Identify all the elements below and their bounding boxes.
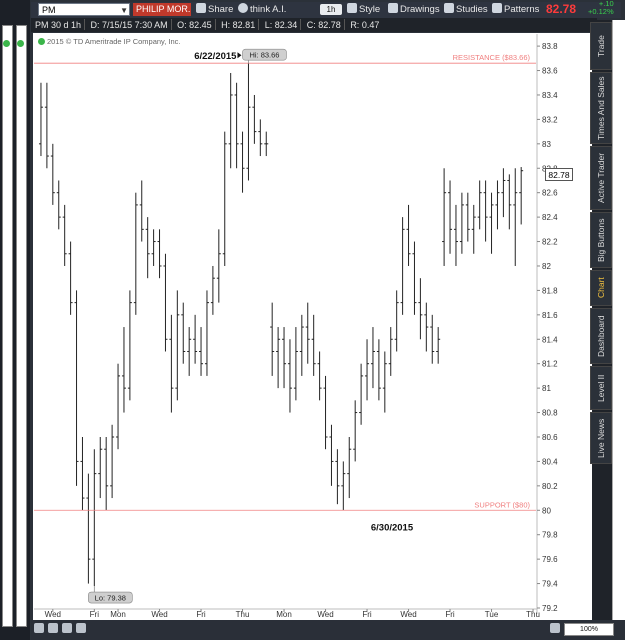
copyright-text: 2015 © TD Ameritrade IP Company, Inc. [47,37,181,46]
time-axis-label: Mon [276,610,292,619]
chevron-down-icon[interactable] [76,623,86,633]
copyright-notice: 2015 © TD Ameritrade IP Company, Inc. [38,37,181,46]
price-chart[interactable]: 79.2 79.4 79.6 79.8 80 80.2 80.4 80.6 80.8 81 81.2… [0,0,625,640]
price-axis-label: 81 [542,384,551,393]
last-price-flag: 82.78 [545,168,573,181]
price-axis-label: 82.2 [542,238,558,247]
price-axis-label: 83.4 [542,91,558,100]
time-axis-label: Mon [110,610,126,619]
price-axis-label: 79.2 [542,604,558,613]
price-axis-label: 83.8 [542,42,558,51]
price-axis-label: 80.2 [542,482,558,491]
low-label: Lo: 79.38 [95,594,126,603]
search-icon[interactable] [62,623,72,633]
tab-chart[interactable]: Chart [590,270,612,306]
price-axis-label: 82 [542,262,551,271]
time-axis-label: Fri [90,610,100,619]
bottom-bar [31,620,625,640]
time-axis-label: Wed [400,610,416,619]
price-axis-label: 80.4 [542,457,558,466]
date-annotation-low: 6/30/2015 [371,522,414,533]
status-dot-icon [38,38,45,45]
price-axis-label: 81.4 [542,335,558,344]
tab-live-news[interactable]: Live News [590,412,612,464]
price-axis-label: 79.4 [542,580,558,589]
tab-big-buttons[interactable]: Big Buttons [590,212,612,268]
zoom-out-icon[interactable] [34,623,44,633]
price-axis-label: 83.2 [542,115,558,124]
price-axis-label: 82.6 [542,189,558,198]
time-axis-label: Thu [526,610,540,619]
settings-icon[interactable] [550,623,560,633]
time-axis-label: Thu [236,610,250,619]
time-axis-label: Tue [485,610,499,619]
price-axis-label: 80.8 [542,409,558,418]
zoom-percent[interactable]: 100% [564,623,614,636]
tab-trade[interactable]: Trade [590,22,612,70]
time-axis-label: Fri [445,610,455,619]
price-axis-label: 83 [542,140,551,149]
tab-times-and-sales[interactable]: Times And Sales [590,72,612,144]
zoom-in-icon[interactable] [48,623,58,633]
price-axis-label: 80.6 [542,433,558,442]
tab-level-ii[interactable]: Level II [590,366,612,410]
tab-dashboard[interactable]: Dashboard [590,308,612,364]
marker-arrow-icon [237,52,242,59]
price-axis-label: 83.6 [542,67,558,76]
tab-active-trader[interactable]: Active Trader [590,146,612,210]
time-axis-label: Wed [151,610,167,619]
time-axis-label: Fri [362,610,372,619]
time-axis-label: Wed [45,610,61,619]
time-axis-label: Fri [196,610,206,619]
price-axis-label: 81.6 [542,311,558,320]
right-scrollbar[interactable] [612,20,625,622]
price-axis-label: 82.4 [542,213,558,222]
high-label: Hi: 83.66 [249,51,279,60]
level-label: SUPPORT ($80) [474,500,530,509]
price-axis-label: 80 [542,506,551,515]
price-axis-label: 79.6 [542,555,558,564]
price-axis-label: 81.8 [542,286,558,295]
time-axis-label: Wed [317,610,333,619]
price-axis-label: 81.2 [542,360,558,369]
level-label: RESISTANCE ($83.66) [453,53,531,62]
price-axis-label: 79.8 [542,531,558,540]
date-annotation-high: 6/22/2015 [194,51,237,62]
